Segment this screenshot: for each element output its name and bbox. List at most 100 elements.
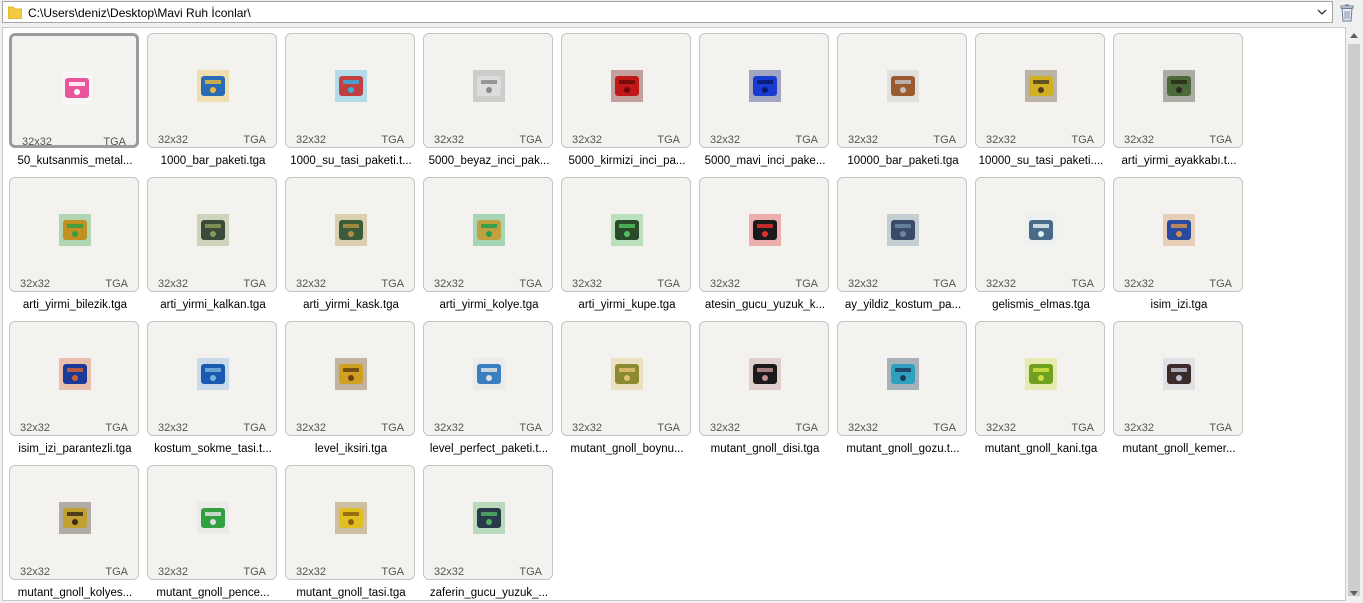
file-tile[interactable]: 32x32 TGA 1000_bar_paketi.tga (147, 33, 279, 173)
image-size-label: 32x32 (20, 422, 50, 434)
file-tile[interactable]: 32x32 TGA 50_kutsanmis_metal... (9, 33, 141, 173)
thumbnail-card[interactable]: 32x32 TGA (423, 33, 553, 148)
thumbnail-card[interactable]: 32x32 TGA (837, 321, 967, 436)
file-tile[interactable]: 32x32 TGA arti_yirmi_bilezik.tga (9, 177, 141, 317)
file-tile[interactable]: 32x32 TGA kostum_sokme_tasi.t... (147, 321, 279, 461)
file-name: mutant_gnoll_kani.tga (984, 443, 1098, 455)
file-tile[interactable]: 32x32 TGA mutant_gnoll_pence... (147, 465, 279, 600)
path-dropdown-button[interactable] (1314, 4, 1330, 20)
file-format-label: TGA (381, 566, 404, 578)
file-format-label: TGA (657, 134, 680, 146)
belt-icon (1163, 358, 1195, 390)
file-name: 10000_su_tasi_paketi.... (978, 155, 1104, 167)
bucket-icon (473, 358, 505, 390)
file-name: arti_yirmi_kalkan.tga (160, 299, 266, 311)
file-tile[interactable]: 32x32 TGA 1000_su_tasi_paketi.t... (285, 33, 417, 173)
file-format-label: TGA (105, 278, 128, 290)
file-format-label: TGA (243, 422, 266, 434)
file-name: 5000_mavi_inci_pake... (704, 155, 826, 167)
thumbnail-card[interactable]: 32x32 TGA (1113, 321, 1243, 436)
file-tile[interactable]: 32x32 TGA 10000_su_tasi_paketi.... (975, 33, 1107, 173)
file-tile[interactable]: 32x32 TGA arti_yirmi_ayakkabı.t... (1113, 33, 1245, 173)
vertical-scrollbar[interactable] (1346, 27, 1362, 601)
thumbnail-card[interactable]: 32x32 TGA (9, 33, 139, 148)
thumbnail-card[interactable]: 32x32 TGA (285, 33, 415, 148)
file-name: 10000_bar_paketi.tga (847, 155, 959, 167)
file-name: gelismis_elmas.tga (992, 299, 1090, 311)
image-size-label: 32x32 (986, 278, 1016, 290)
thumbnail-card[interactable]: 32x32 TGA (147, 321, 277, 436)
scroll-up-button[interactable] (1346, 27, 1362, 43)
thumbnail-card[interactable]: 32x32 TGA (837, 177, 967, 292)
file-tile[interactable]: 32x32 TGA arti_yirmi_kolye.tga (423, 177, 555, 317)
thumbnail-card[interactable]: 32x32 TGA (975, 33, 1105, 148)
thumbnail-card[interactable]: 32x32 TGA (285, 465, 415, 580)
thumbnail-card[interactable]: 32x32 TGA (9, 465, 139, 580)
thumbnail-card[interactable]: 32x32 TGA (147, 33, 277, 148)
file-tile[interactable]: 32x32 TGA arti_yirmi_kask.tga (285, 177, 417, 317)
thumbnail-card[interactable]: 32x32 TGA (837, 33, 967, 148)
file-format-label: TGA (519, 422, 542, 434)
file-tile[interactable]: 32x32 TGA ay_yildiz_kostum_pa... (837, 177, 969, 317)
file-tile[interactable]: 32x32 TGA mutant_gnoll_kani.tga (975, 321, 1107, 461)
file-tile[interactable]: 32x32 TGA mutant_gnoll_kolyes... (9, 465, 141, 600)
file-tile[interactable]: 32x32 TGA arti_yirmi_kalkan.tga (147, 177, 279, 317)
file-tile[interactable]: 32x32 TGA mutant_gnoll_kemer... (1113, 321, 1245, 461)
image-size-label: 32x32 (1124, 278, 1154, 290)
file-tile[interactable]: 32x32 TGA level_iksiri.tga (285, 321, 417, 461)
trash-button[interactable] (1337, 3, 1357, 23)
file-tile[interactable]: 32x32 TGA 5000_mavi_inci_pake... (699, 33, 831, 173)
thumbnail-card[interactable]: 32x32 TGA (561, 33, 691, 148)
file-tile[interactable]: 32x32 TGA zaferin_gucu_yuzuk_... (423, 465, 555, 600)
thumbnail-card[interactable]: 32x32 TGA (699, 177, 829, 292)
thumbnail-card[interactable]: 32x32 TGA (699, 321, 829, 436)
file-tile[interactable]: 32x32 TGA isim_izi_parantezli.tga (9, 321, 141, 461)
thumbnail-card[interactable]: 32x32 TGA (975, 177, 1105, 292)
thumbnail-card[interactable]: 32x32 TGA (285, 321, 415, 436)
file-name: level_iksiri.tga (314, 443, 388, 455)
thumbnail-card[interactable]: 32x32 TGA (9, 321, 139, 436)
path-bar[interactable]: C:\Users\deniz\Desktop\Mavi Ruh İconlar\ (2, 1, 1333, 23)
file-tile[interactable]: 32x32 TGA arti_yirmi_kupe.tga (561, 177, 693, 317)
thumbnail-card[interactable]: 32x32 TGA (423, 465, 553, 580)
file-name: 5000_kirmizi_inci_pa... (568, 155, 686, 167)
file-format-label: TGA (657, 278, 680, 290)
thumbnail-card[interactable]: 32x32 TGA (423, 321, 553, 436)
thumbnail-card[interactable]: 32x32 TGA (561, 177, 691, 292)
file-tile[interactable]: 32x32 TGA mutant_gnoll_disi.tga (699, 321, 831, 461)
file-tile[interactable]: 32x32 TGA atesin_gucu_yuzuk_k... (699, 177, 831, 317)
file-name: 50_kutsanmis_metal... (17, 155, 133, 167)
thumbnail-card[interactable]: 32x32 TGA (1113, 177, 1243, 292)
thumbnail-card[interactable]: 32x32 TGA (1113, 33, 1243, 148)
image-size-label: 32x32 (434, 422, 464, 434)
thumbnail-card[interactable]: 32x32 TGA (699, 33, 829, 148)
file-tile[interactable]: 32x32 TGA mutant_gnoll_tasi.tga (285, 465, 417, 600)
thumbnail-card[interactable]: 32x32 TGA (561, 321, 691, 436)
file-tile[interactable]: 32x32 TGA level_perfect_paketi.t... (423, 321, 555, 461)
image-size-label: 32x32 (986, 134, 1016, 146)
thumbnail-card[interactable]: 32x32 TGA (975, 321, 1105, 436)
scroll-thumb[interactable] (1348, 44, 1360, 596)
thumbnail-card[interactable]: 32x32 TGA (147, 465, 277, 580)
file-name: mutant_gnoll_kolyes... (17, 587, 133, 599)
image-size-label: 32x32 (572, 422, 602, 434)
file-tile[interactable]: 32x32 TGA isim_izi.tga (1113, 177, 1245, 317)
file-name: mutant_gnoll_boynu... (570, 443, 684, 455)
file-tile[interactable]: 32x32 TGA gelismis_elmas.tga (975, 177, 1107, 317)
wooden-chest-icon (887, 70, 919, 102)
file-tile[interactable]: 32x32 TGA 10000_bar_paketi.tga (837, 33, 969, 173)
thumbnail-card[interactable]: 32x32 TGA (285, 177, 415, 292)
thumbnail-card[interactable]: 32x32 TGA (423, 177, 553, 292)
file-tile[interactable]: 32x32 TGA 5000_kirmizi_inci_pa... (561, 33, 693, 173)
white-box-icon (473, 70, 505, 102)
file-name: level_perfect_paketi.t... (429, 443, 549, 455)
file-tile[interactable]: 32x32 TGA 5000_beyaz_inci_pak... (423, 33, 555, 173)
scroll-down-button[interactable] (1346, 585, 1362, 601)
file-tile[interactable]: 32x32 TGA mutant_gnoll_boynu... (561, 321, 693, 461)
thumbnail-card[interactable]: 32x32 TGA (9, 177, 139, 292)
thumbnail-card[interactable]: 32x32 TGA (147, 177, 277, 292)
file-tile[interactable]: 32x32 TGA mutant_gnoll_gozu.t... (837, 321, 969, 461)
image-size-label: 32x32 (572, 134, 602, 146)
thumbnail-grid[interactable]: 32x32 TGA 50_kutsanmis_metal... 32x32 TGA 100… (2, 27, 1346, 601)
path-text: C:\Users\deniz\Desktop\Mavi Ruh İconlar\ (28, 6, 251, 20)
